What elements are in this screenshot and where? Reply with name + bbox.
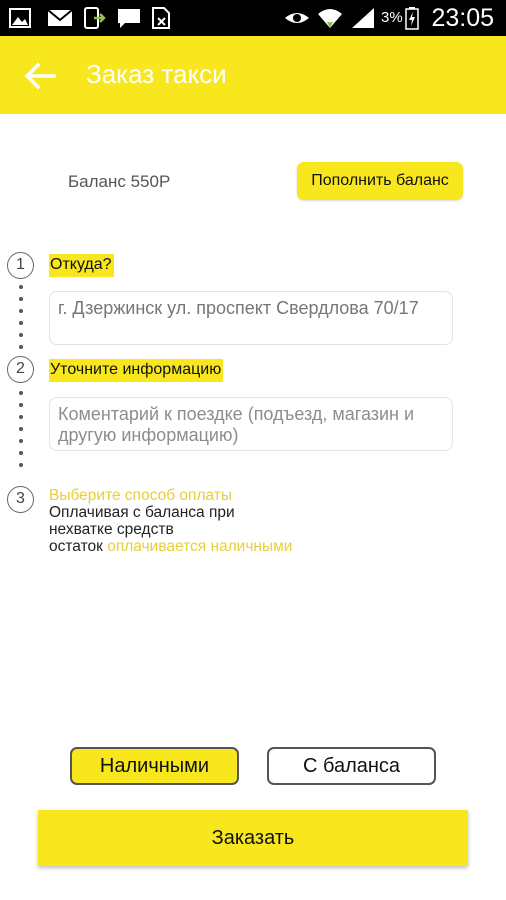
- step-connector: [19, 285, 23, 357]
- signal-icon: [352, 8, 374, 28]
- payment-note: Выберите способ оплаты Оплачивая с балан…: [49, 487, 292, 555]
- step-label-info: Уточните информацию: [49, 359, 224, 382]
- step-number-1: 1: [7, 252, 34, 279]
- eye-icon: [285, 13, 309, 23]
- download-icon: [84, 7, 106, 29]
- sim-icon: [152, 7, 170, 29]
- step-connector: [19, 391, 23, 475]
- arrow-left-icon[interactable]: [22, 58, 58, 94]
- payment-note-line: Оплачивая с баланса при: [49, 504, 235, 521]
- comment-field[interactable]: Коментарий к поездке (подъезд, магазин и…: [49, 397, 453, 451]
- wifi-icon: [318, 9, 342, 28]
- step-label-payment: Выберите способ оплаты: [49, 487, 233, 504]
- payment-note-line: нехватке средств: [49, 521, 174, 538]
- pay-balance-button[interactable]: С баланса: [267, 747, 436, 785]
- address-field[interactable]: г. Дзержинск ул. проспект Свердлова 70/1…: [49, 291, 453, 345]
- step-number-2: 2: [7, 356, 34, 383]
- balance-text: Баланс 550Р: [68, 172, 171, 191]
- step-number-3: 3: [7, 486, 34, 513]
- image-icon: [9, 8, 31, 28]
- app-bar: Заказ такси: [0, 36, 506, 114]
- status-time: 23:05: [431, 4, 494, 32]
- step-label-from: Откуда?: [49, 254, 114, 277]
- payment-note-highlight: оплачивается наличными: [107, 538, 293, 555]
- battery-percent: 3%: [381, 9, 403, 26]
- mail-icon: [47, 9, 73, 26]
- chat-icon: [118, 9, 140, 28]
- order-button[interactable]: Заказать: [38, 810, 468, 866]
- page-title: Заказ такси: [86, 59, 227, 89]
- status-bar: 3% 23:05: [0, 0, 506, 36]
- topup-balance-button[interactable]: Пополнить баланс: [297, 162, 463, 200]
- battery-icon: [405, 7, 419, 30]
- pay-cash-button[interactable]: Наличными: [70, 747, 239, 785]
- payment-note-line: остаток: [49, 538, 103, 555]
